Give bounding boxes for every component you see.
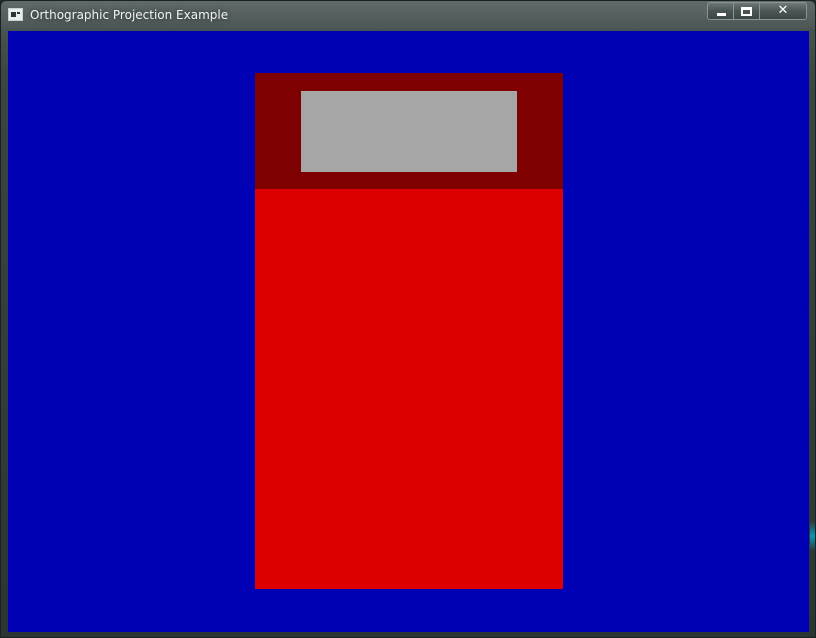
maximize-icon xyxy=(741,7,752,16)
minimize-button[interactable] xyxy=(707,2,734,20)
close-button[interactable]: ✕ xyxy=(760,2,807,20)
window-controls: ✕ xyxy=(707,2,809,22)
title-bar[interactable]: Orthographic Projection Example ✕ xyxy=(1,1,815,29)
minimize-icon xyxy=(717,13,726,16)
maximize-button[interactable] xyxy=(734,2,760,20)
app-window: Orthographic Projection Example ✕ xyxy=(0,0,816,638)
window-title: Orthographic Projection Example xyxy=(30,8,229,22)
window-edge-glow xyxy=(810,521,815,551)
render-viewport[interactable] xyxy=(8,31,809,632)
app-window-icon[interactable] xyxy=(8,8,23,21)
gray-panel-rect xyxy=(301,91,517,172)
close-icon: ✕ xyxy=(777,3,789,18)
